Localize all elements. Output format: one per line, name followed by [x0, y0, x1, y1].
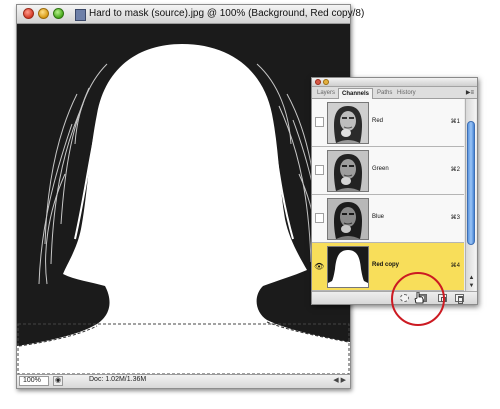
- channel-name: Red copy: [372, 262, 400, 268]
- channel-name: Green: [372, 166, 389, 172]
- palette-tabs: Layers Channels Paths History ▶≡: [312, 87, 477, 99]
- scroll-down-arrow-icon[interactable]: ▼: [467, 282, 476, 290]
- red-copy-mask-image: [17, 24, 350, 375]
- eye-icon[interactable]: 👁: [314, 262, 324, 271]
- tab-channels[interactable]: Channels: [338, 88, 374, 99]
- channel-row-green[interactable]: Green ⌘2: [312, 147, 464, 195]
- channel-name: Red: [372, 118, 384, 124]
- palette-collapse-button[interactable]: [323, 79, 329, 85]
- channel-shortcut: ⌘1: [450, 119, 460, 125]
- visibility-toggle[interactable]: [315, 165, 324, 175]
- channel-thumbnail: [327, 150, 369, 192]
- channel-thumbnail: [327, 198, 369, 240]
- document-status-bar: 100% ◉ Doc: 1.02M/1.36M ◀ ▶: [17, 374, 350, 388]
- channel-shortcut: ⌘3: [450, 215, 460, 221]
- delete-channel-button[interactable]: [455, 294, 464, 304]
- channel-row-red-copy[interactable]: 👁 Red copy ⌘4: [312, 243, 464, 291]
- channel-shortcut: ⌘2: [450, 167, 460, 173]
- image-canvas[interactable]: [17, 24, 350, 375]
- document-title: Hard to mask (source).jpg @ 100% (Backgr…: [89, 8, 365, 19]
- channel-row-blue[interactable]: Blue ⌘3: [312, 195, 464, 243]
- palette-menu-icon[interactable]: ▶≡: [466, 89, 474, 96]
- status-info-icon[interactable]: ◉: [53, 376, 63, 386]
- document-window: Hard to mask (source).jpg @ 100% (Backgr…: [16, 4, 364, 389]
- document-size: Doc: 1.02M/1.36M: [89, 376, 147, 383]
- visibility-toggle[interactable]: [315, 213, 324, 223]
- channel-row-red[interactable]: Red ⌘1: [312, 99, 464, 147]
- channel-list-scrollbar[interactable]: ▲ ▼: [465, 99, 476, 291]
- document-proxy-icon[interactable]: [75, 9, 86, 21]
- visibility-toggle[interactable]: [315, 117, 324, 127]
- channel-list: Red ⌘1 Green ⌘2 Blue ⌘3 👁 Red copy ⌘4: [312, 99, 464, 291]
- zoom-window-button[interactable]: [53, 8, 64, 19]
- tab-history[interactable]: History: [394, 88, 419, 98]
- status-scroll-arrows-icon[interactable]: ◀ ▶: [333, 376, 346, 384]
- channel-thumbnail: [327, 102, 369, 144]
- palette-close-button[interactable]: [315, 79, 321, 85]
- minimize-window-button[interactable]: [38, 8, 49, 19]
- channel-shortcut: ⌘4: [450, 263, 460, 269]
- tab-layers[interactable]: Layers: [314, 88, 338, 98]
- scroll-up-arrow-icon[interactable]: ▲: [467, 274, 476, 282]
- zoom-level-field[interactable]: 100%: [19, 376, 49, 386]
- close-window-button[interactable]: [23, 8, 34, 19]
- channels-palette: Layers Channels Paths History ▶≡ Red ⌘1: [311, 77, 478, 305]
- scrollbar-thumb[interactable]: [467, 121, 475, 245]
- channel-thumbnail: [327, 246, 369, 288]
- channel-name: Blue: [372, 214, 385, 220]
- document-titlebar[interactable]: Hard to mask (source).jpg @ 100% (Backgr…: [17, 5, 364, 24]
- palette-titlebar[interactable]: [312, 78, 477, 87]
- highlight-circle: [391, 272, 445, 326]
- tab-paths[interactable]: Paths: [374, 88, 395, 98]
